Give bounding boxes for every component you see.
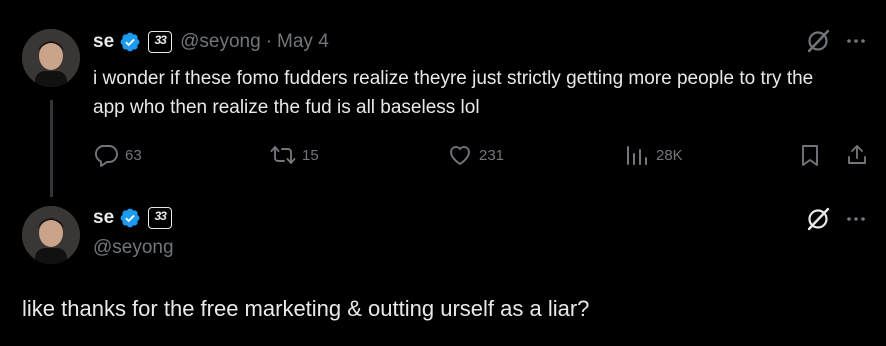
separator-dot: · [265, 31, 273, 52]
like-count: 231 [479, 146, 505, 164]
like-icon [450, 146, 470, 165]
tweet-date[interactable]: May 4 [277, 31, 329, 53]
author-name[interactable]: se [93, 207, 114, 229]
repost-count: 15 [302, 146, 319, 164]
author-handle[interactable]: @seyong [93, 237, 174, 259]
reply-text: like thanks for the free marketing & out… [22, 296, 590, 321]
reply-icon [95, 145, 118, 167]
views-count: 28K [656, 146, 683, 164]
repost-button[interactable]: 15 [270, 142, 319, 168]
grok-icon[interactable] [805, 206, 831, 232]
like-button[interactable]: 231 [447, 142, 504, 168]
avatar[interactable] [22, 29, 80, 87]
grok-icon[interactable] [805, 28, 831, 54]
affiliate-badge-icon[interactable]: 33 [148, 207, 173, 229]
author-name[interactable]: se [93, 31, 114, 53]
repost-icon [270, 146, 296, 164]
share-button[interactable] [845, 142, 875, 168]
views-icon [627, 146, 647, 165]
thread-line [50, 100, 53, 197]
views-button[interactable]: 28K [624, 142, 683, 168]
bookmark-icon [802, 145, 818, 166]
tweet-header: se 33 @seyong · May 4 [93, 29, 329, 55]
reply-button[interactable]: 63 [93, 142, 142, 168]
more-icon[interactable] [846, 31, 866, 51]
affiliate-glyph: 33 [154, 33, 166, 47]
reply-header: se 33 [93, 205, 173, 231]
verified-badge-icon[interactable] [119, 31, 141, 53]
author-handle[interactable]: @seyong [180, 31, 261, 53]
affiliate-glyph: 33 [154, 209, 166, 223]
more-icon[interactable] [846, 209, 866, 229]
tweet-text: i wonder if these fomo fudders realize t… [93, 68, 814, 118]
bookmark-button[interactable] [798, 142, 828, 168]
verified-badge-icon[interactable] [119, 207, 141, 229]
avatar[interactable] [22, 206, 80, 264]
reply-count: 63 [125, 146, 142, 164]
share-icon [848, 145, 866, 164]
affiliate-badge-icon[interactable]: 33 [148, 31, 173, 53]
